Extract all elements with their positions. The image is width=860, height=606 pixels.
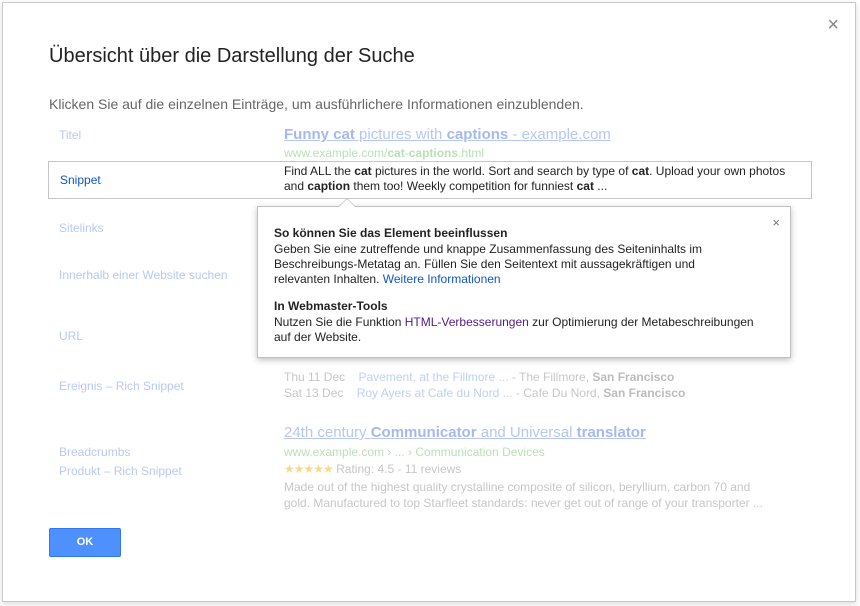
dialog-subtitle: Klicken Sie auf die einzelnen Einträge, … [49, 96, 584, 112]
ok-button[interactable]: OK [49, 528, 121, 557]
event-row: Thu 11 Dec Pavement, at the Fillmore ...… [284, 370, 675, 384]
html-improvements-link[interactable]: HTML-Verbesserungen [405, 315, 529, 329]
label-breadcrumbs[interactable]: Breadcrumbs [59, 445, 130, 459]
info-popup: × So können Sie das Element beeinflussen… [257, 198, 791, 358]
snippet-row[interactable]: Snippet Find ALL the cat pictures in the… [48, 161, 812, 199]
event-row: Sat 13 Dec Roy Ayers at Cafe du Nord ...… [284, 386, 686, 400]
label-url[interactable]: URL [59, 329, 83, 343]
search-preview-dialog: × Übersicht über die Darstellung der Suc… [2, 2, 856, 602]
popup-section-influence: So können Sie das Element beeinflussen G… [274, 226, 754, 287]
popup-arrow [338, 198, 356, 207]
popup-text-2: Nutzen Sie die Funktion HTML-Verbesserun… [274, 315, 754, 344]
dialog-title: Übersicht über die Darstellung der Suche [49, 45, 415, 67]
snippet-text: Find ALL the cat pictures in the world. … [284, 164, 786, 193]
label-produkt[interactable]: Produkt – Rich Snippet [59, 464, 182, 478]
label-innerhalb[interactable]: Innerhalb einer Website suchen [59, 268, 228, 282]
result1-url: www.example.com/cat-captions.html [284, 146, 485, 160]
popup-close-icon[interactable]: × [772, 215, 780, 230]
dialog-close-icon[interactable]: × [827, 15, 839, 35]
label-sitelinks[interactable]: Sitelinks [59, 221, 104, 235]
label-titel[interactable]: Titel [59, 128, 81, 142]
more-info-link[interactable]: Weitere Informationen [383, 272, 501, 286]
result2-rating: ★★★★★ Rating: 4.5 - 11 reviews [284, 462, 462, 476]
popup-heading-2: In Webmaster-Tools [274, 299, 388, 313]
result2-desc-line2: gold. Manufactured to top Starfleet stan… [284, 496, 763, 510]
result2-breadcrumb: www.example.com › ... › Communication De… [284, 445, 545, 459]
popup-text-1: Geben Sie eine zutreffende und knappe Zu… [274, 242, 703, 286]
popup-heading-1: So können Sie das Element beeinflussen [274, 226, 508, 240]
label-ereignis[interactable]: Ereignis – Rich Snippet [59, 379, 184, 393]
rating-stars-icon: ★★★★★ [284, 462, 334, 476]
label-snippet[interactable]: Snippet [60, 173, 101, 187]
popup-section-webmaster: In Webmaster-Tools Nutzen Sie die Funkti… [274, 299, 754, 345]
result1-title: Funny cat pictures with captions - examp… [284, 126, 611, 143]
result2-desc-line1: Made out of the highest quality crystall… [284, 480, 751, 494]
result2-title: 24th century Communicator and Universal … [284, 424, 646, 441]
